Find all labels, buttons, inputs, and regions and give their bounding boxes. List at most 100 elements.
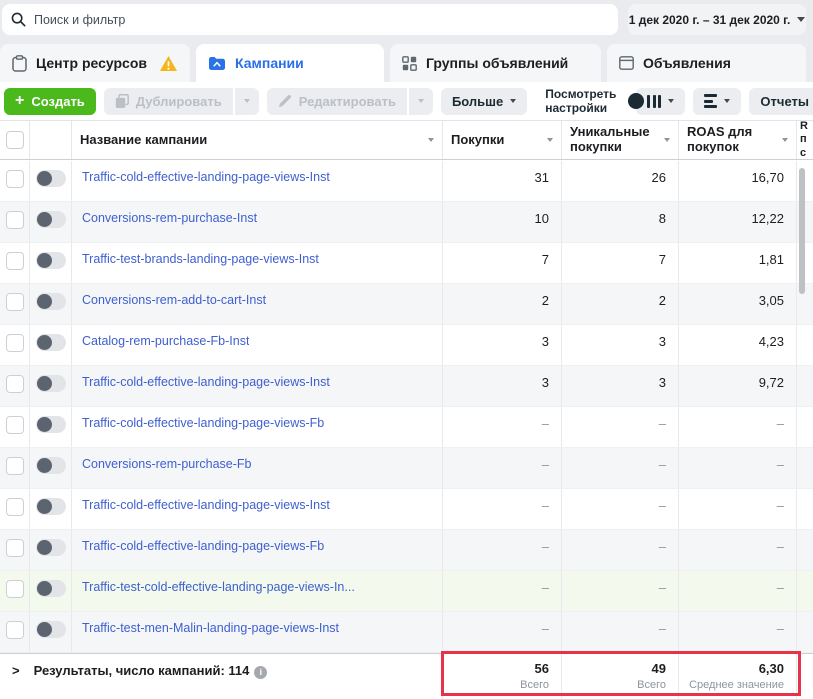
campaign-name-cell: Traffic-cold-effective-landing-page-view… xyxy=(72,530,443,570)
chevron-down-icon xyxy=(510,99,516,103)
table-row: Catalog-rem-purchase-Fb-Inst 3 3 4,23 xyxy=(0,325,813,366)
row-checkbox[interactable] xyxy=(6,498,24,516)
row-checkbox[interactable] xyxy=(6,416,24,434)
row-checkbox-cell xyxy=(0,366,30,406)
campaign-status-toggle[interactable] xyxy=(36,170,66,187)
row-checkbox[interactable] xyxy=(6,170,24,188)
campaign-link[interactable]: Traffic-cold-effective-landing-page-view… xyxy=(82,170,330,184)
info-icon[interactable]: i xyxy=(254,666,267,679)
create-button[interactable]: + Создать xyxy=(4,88,96,115)
chevron-right-icon[interactable]: > xyxy=(12,663,20,678)
campaign-link[interactable]: Traffic-cold-effective-landing-page-view… xyxy=(82,498,330,512)
row-checkbox[interactable] xyxy=(6,580,24,598)
campaign-status-toggle[interactable] xyxy=(36,252,66,269)
date-range-button[interactable]: 1 дек 2020 г. – 31 дек 2020 г. xyxy=(628,4,806,35)
results-label: Результаты, число кампаний: 114i xyxy=(34,663,268,679)
clipboard-icon xyxy=(12,55,27,72)
row-toggle-cell xyxy=(30,571,72,611)
campaign-status-toggle[interactable] xyxy=(36,621,66,638)
row-toggle-cell xyxy=(30,284,72,324)
campaign-link[interactable]: Conversions-rem-add-to-cart-Inst xyxy=(82,293,266,307)
purchases-cell: – xyxy=(443,612,562,652)
row-checkbox-cell xyxy=(0,284,30,324)
row-checkbox[interactable] xyxy=(6,539,24,557)
duplicate-button[interactable]: Дублировать xyxy=(104,88,233,115)
campaign-status-toggle[interactable] xyxy=(36,416,66,433)
campaign-link[interactable]: Traffic-test-brands-landing-page-views-I… xyxy=(82,252,319,266)
campaign-name-cell: Conversions-rem-purchase-Inst xyxy=(72,202,443,242)
row-checkbox[interactable] xyxy=(6,334,24,352)
row-toggle-cell xyxy=(30,366,72,406)
more-button[interactable]: Больше xyxy=(441,88,527,115)
tab-campaigns[interactable]: Кампании xyxy=(196,44,384,82)
row-checkbox-cell xyxy=(0,489,30,529)
column-header-roas[interactable]: ROAS для покупок xyxy=(679,121,797,159)
row-spacer-cell xyxy=(797,571,813,611)
row-checkbox[interactable] xyxy=(6,211,24,229)
table-row: Traffic-cold-effective-landing-page-view… xyxy=(0,366,813,407)
campaign-status-toggle[interactable] xyxy=(36,211,66,228)
campaign-status-toggle[interactable] xyxy=(36,293,66,310)
unique-purchases-cell: – xyxy=(562,571,679,611)
roas-cell: – xyxy=(679,448,797,488)
campaign-link[interactable]: Traffic-test-cold-effective-landing-page… xyxy=(82,580,355,594)
select-all-checkbox[interactable] xyxy=(6,131,24,149)
vertical-scrollbar[interactable] xyxy=(799,168,805,294)
warning-icon xyxy=(159,55,178,72)
tab-ad-sets[interactable]: Группы объявлений xyxy=(390,44,601,82)
duplicate-split-button: Дублировать xyxy=(104,88,259,115)
row-toggle-cell xyxy=(30,530,72,570)
ads-manager-app: 1 дек 2020 г. – 31 дек 2020 г. Центр рес… xyxy=(0,0,813,699)
tab-label: Центр ресурсов xyxy=(36,55,147,71)
breakdown-button[interactable] xyxy=(693,88,741,115)
tab-ads[interactable]: Объявления xyxy=(607,44,806,82)
campaign-link[interactable]: Traffic-test-men-Malin-landing-page-view… xyxy=(82,621,339,635)
purchases-cell: 7 xyxy=(443,243,562,283)
tab-resource-center[interactable]: Центр ресурсов xyxy=(0,44,190,82)
edit-button[interactable]: Редактировать xyxy=(267,88,407,115)
campaign-status-toggle[interactable] xyxy=(36,334,66,351)
edit-dropdown-button[interactable] xyxy=(409,88,433,115)
row-toggle-cell xyxy=(30,448,72,488)
campaign-link[interactable]: Conversions-rem-purchase-Inst xyxy=(82,211,257,225)
table-header: Название кампании Покупки Уникальные пок… xyxy=(0,120,813,160)
row-spacer-cell xyxy=(797,530,813,570)
unique-purchases-cell: 8 xyxy=(562,202,679,242)
campaign-status-toggle[interactable] xyxy=(36,539,66,556)
purchases-cell: 10 xyxy=(443,202,562,242)
campaign-status-toggle[interactable] xyxy=(36,457,66,474)
chevron-down-icon xyxy=(428,138,434,142)
unique-purchases-cell: 2 xyxy=(562,284,679,324)
table-row: Conversions-rem-purchase-Inst 10 8 12,22 xyxy=(0,202,813,243)
row-checkbox[interactable] xyxy=(6,375,24,393)
row-checkbox-cell xyxy=(0,571,30,611)
search-bar[interactable] xyxy=(2,4,618,35)
campaign-link[interactable]: Traffic-cold-effective-landing-page-view… xyxy=(82,539,324,553)
date-range-label: 1 дек 2020 г. – 31 дек 2020 г. xyxy=(629,13,791,27)
column-header-campaign-name[interactable]: Название кампании xyxy=(72,121,443,159)
campaign-status-toggle[interactable] xyxy=(36,375,66,392)
campaign-status-toggle[interactable] xyxy=(36,580,66,597)
campaign-link[interactable]: Catalog-rem-purchase-Fb-Inst xyxy=(82,334,249,348)
column-header-purchases[interactable]: Покупки xyxy=(443,121,562,159)
search-input[interactable] xyxy=(34,13,609,27)
plus-icon: + xyxy=(15,93,24,109)
campaign-name-cell: Traffic-cold-effective-landing-page-view… xyxy=(72,407,443,447)
campaign-status-toggle[interactable] xyxy=(36,498,66,515)
column-header-unique-purchases[interactable]: Уникальные покупки xyxy=(562,121,679,159)
purchases-cell: – xyxy=(443,407,562,447)
campaign-link[interactable]: Traffic-cold-effective-landing-page-view… xyxy=(82,375,330,389)
campaign-link[interactable]: Traffic-cold-effective-landing-page-view… xyxy=(82,416,324,430)
reports-button[interactable]: Отчеты xyxy=(749,88,813,115)
campaign-link[interactable]: Conversions-rem-purchase-Fb xyxy=(82,457,252,471)
row-checkbox[interactable] xyxy=(6,252,24,270)
row-toggle-cell xyxy=(30,407,72,447)
view-settings-label: Посмотреть настройки xyxy=(545,87,616,116)
duplicate-dropdown-button[interactable] xyxy=(235,88,259,115)
chevron-down-icon xyxy=(547,138,553,142)
chevron-down-icon xyxy=(664,138,670,142)
top-header-area: 1 дек 2020 г. – 31 дек 2020 г. Центр рес… xyxy=(0,0,813,82)
row-checkbox[interactable] xyxy=(6,293,24,311)
row-checkbox[interactable] xyxy=(6,457,24,475)
row-checkbox[interactable] xyxy=(6,621,24,639)
